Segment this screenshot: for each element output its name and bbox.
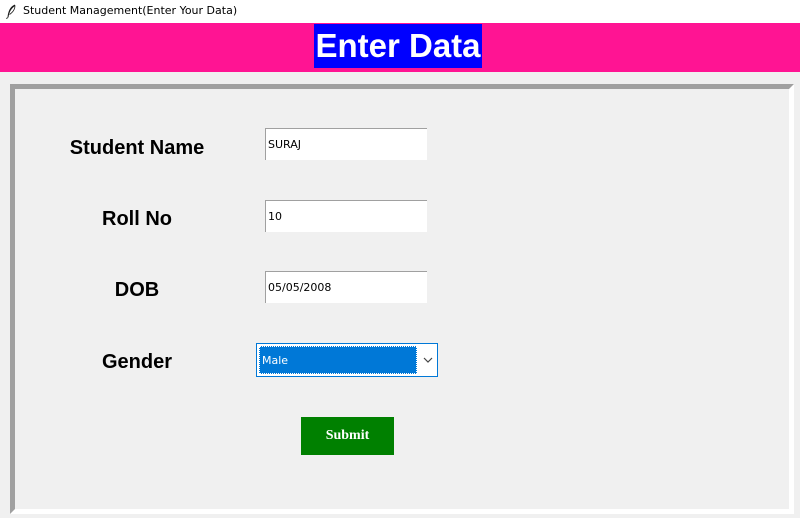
app-window: Student Management(Enter Your Data) Ente… [0, 0, 800, 518]
dob-label: DOB [114, 279, 160, 301]
roll-no-input[interactable] [265, 200, 427, 232]
form-frame: Student Name Roll No DOB Gender Male Sub… [10, 84, 794, 514]
student-name-label: Student Name [69, 137, 205, 159]
chevron-down-icon[interactable] [419, 344, 437, 376]
header-banner: Enter Data [0, 23, 800, 72]
submit-button[interactable]: Submit [301, 417, 394, 455]
feather-icon [5, 4, 17, 20]
title-bar: Student Management(Enter Your Data) [0, 0, 800, 23]
student-name-input[interactable] [265, 128, 427, 160]
page-title: Enter Data [314, 24, 482, 68]
gender-selected-value: Male [259, 346, 417, 374]
roll-no-label: Roll No [102, 208, 172, 230]
gender-dropdown[interactable]: Male [256, 343, 438, 377]
form-body: Student Name Roll No DOB Gender Male Sub… [15, 89, 789, 509]
gender-label: Gender [101, 351, 173, 373]
window-title: Student Management(Enter Your Data) [23, 4, 238, 17]
dob-input[interactable] [265, 271, 427, 303]
